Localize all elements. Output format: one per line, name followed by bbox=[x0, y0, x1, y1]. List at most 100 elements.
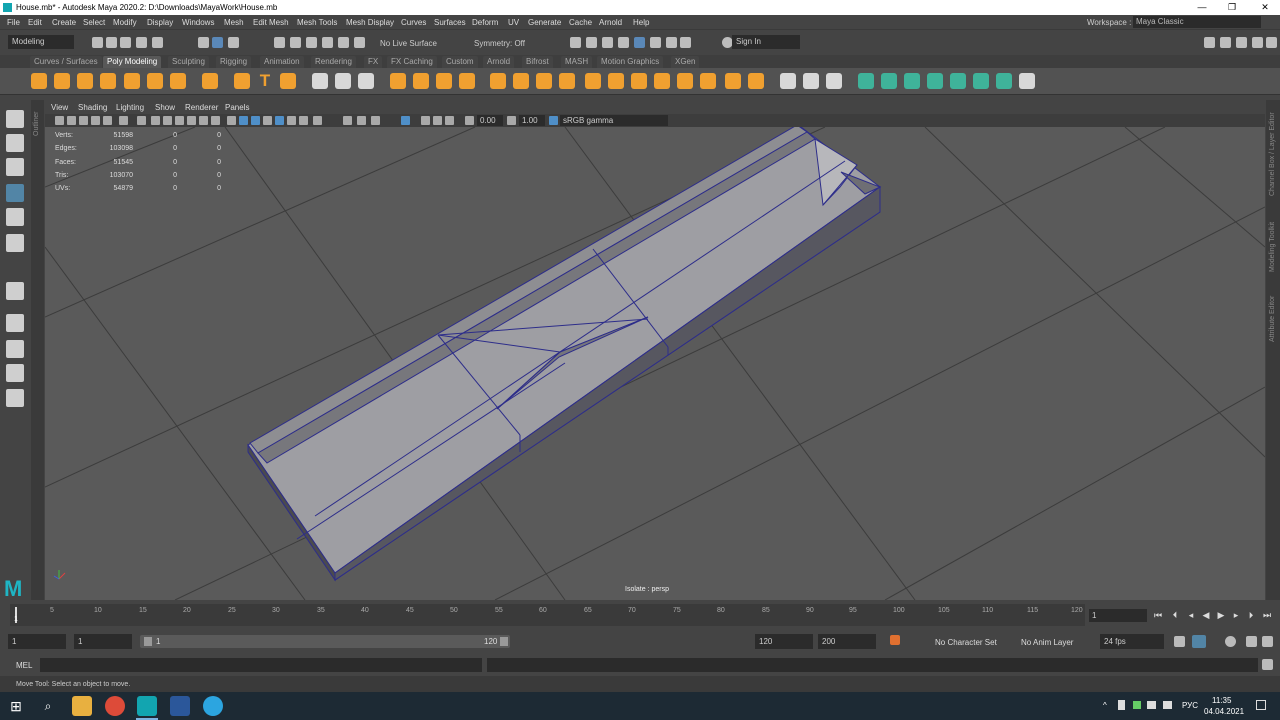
xray-joints-icon[interactable] bbox=[421, 116, 430, 125]
scale-tool-icon[interactable] bbox=[6, 234, 24, 252]
grease-pencil-icon[interactable] bbox=[119, 116, 128, 125]
command-input[interactable] bbox=[40, 658, 482, 672]
field-chart-icon[interactable] bbox=[187, 116, 196, 125]
go-to-end-icon[interactable]: ⏭ bbox=[1262, 609, 1272, 621]
anim-layer-dropdown[interactable]: No Anim Layer bbox=[1021, 638, 1073, 647]
move-tool-icon[interactable] bbox=[6, 184, 24, 202]
pause-ipr-icon[interactable] bbox=[680, 37, 691, 48]
loop-icon[interactable] bbox=[1174, 636, 1185, 647]
time-slider-track[interactable]: 1 5 10 15 20 25 30 35 40 45 50 55 60 65 … bbox=[10, 604, 1085, 626]
safe-action-icon[interactable] bbox=[199, 116, 208, 125]
image-plane-icon[interactable] bbox=[91, 116, 100, 125]
bookmarks-icon[interactable] bbox=[79, 116, 88, 125]
panel-menu-view[interactable]: View bbox=[51, 103, 68, 112]
select-by-object-icon[interactable] bbox=[212, 37, 223, 48]
snap-magnet-icon[interactable] bbox=[354, 37, 365, 48]
panel-menu-lighting[interactable]: Lighting bbox=[116, 103, 144, 112]
film-gate-icon[interactable] bbox=[151, 116, 160, 125]
menu-file[interactable]: File bbox=[7, 18, 20, 27]
sculpt-tool-icon[interactable] bbox=[780, 73, 796, 89]
shelf-tab-poly-modeling[interactable]: Poly Modeling bbox=[103, 56, 162, 68]
outliner-tab[interactable]: Outliner bbox=[31, 100, 44, 600]
mirror-icon[interactable] bbox=[436, 73, 452, 89]
shadows-icon[interactable] bbox=[299, 116, 308, 125]
fps-dropdown[interactable]: 24 fps bbox=[1100, 634, 1164, 649]
snap-to-view-plane-icon[interactable] bbox=[322, 37, 333, 48]
paint-select-icon[interactable] bbox=[6, 158, 24, 176]
combine-icon[interactable] bbox=[312, 73, 328, 89]
ipr-render-icon[interactable] bbox=[602, 37, 613, 48]
select-by-hierarchy-icon[interactable] bbox=[198, 37, 209, 48]
grid-icon[interactable] bbox=[137, 116, 146, 125]
insert-edge-loop-icon[interactable] bbox=[700, 73, 716, 89]
symmetry-dropdown[interactable]: Symmetry: Off bbox=[474, 39, 525, 48]
panel-menu-panels[interactable]: Panels bbox=[225, 103, 249, 112]
panel-menu-shading[interactable]: Shading bbox=[78, 103, 107, 112]
multi-cut-icon[interactable] bbox=[585, 73, 601, 89]
persp-outliner-layout-icon[interactable] bbox=[6, 364, 24, 382]
select-tool-icon[interactable] bbox=[6, 110, 24, 128]
gate-mask-icon[interactable] bbox=[175, 116, 184, 125]
camera-attributes-icon[interactable] bbox=[67, 116, 76, 125]
tray-chevron-icon[interactable]: ^ bbox=[1103, 701, 1107, 710]
maya-taskbar-icon[interactable] bbox=[137, 696, 157, 716]
four-view-layout-icon[interactable] bbox=[6, 340, 24, 358]
menu-surfaces[interactable]: Surfaces bbox=[434, 18, 466, 27]
menu-modify[interactable]: Modify bbox=[113, 18, 137, 27]
undo-icon[interactable] bbox=[136, 37, 147, 48]
menu-uv[interactable]: UV bbox=[508, 18, 519, 27]
render-current-frame-icon[interactable] bbox=[586, 37, 597, 48]
unfold-icon[interactable] bbox=[973, 73, 989, 89]
snap-to-grid-icon[interactable] bbox=[274, 37, 285, 48]
poly-torus-icon[interactable] bbox=[124, 73, 140, 89]
append-polygon-icon[interactable] bbox=[536, 73, 552, 89]
menu-windows[interactable]: Windows bbox=[182, 18, 214, 27]
playback-end-field[interactable]: 120 bbox=[755, 634, 813, 649]
lasso-tool-icon[interactable] bbox=[6, 134, 24, 152]
exposure-field[interactable]: 0.00 bbox=[477, 115, 503, 126]
boolean-union-icon[interactable] bbox=[390, 73, 406, 89]
shelf-tab-animation[interactable]: Animation bbox=[260, 56, 304, 68]
xray-active-components-icon[interactable] bbox=[433, 116, 442, 125]
step-forward-frame-icon[interactable]: ▸ bbox=[1231, 609, 1241, 621]
snap-to-curve-icon[interactable] bbox=[290, 37, 301, 48]
volume-icon[interactable] bbox=[1163, 701, 1172, 709]
layout-uv-icon[interactable] bbox=[996, 73, 1012, 89]
poly-plane-icon[interactable] bbox=[147, 73, 163, 89]
modeling-toolkit-tab[interactable]: Modeling Toolkit bbox=[1269, 222, 1276, 272]
panel-menu-renderer[interactable]: Renderer bbox=[185, 103, 218, 112]
layer-editor-icon[interactable] bbox=[1266, 37, 1277, 48]
2d-pan-zoom-icon[interactable] bbox=[103, 116, 112, 125]
panel-menu-show[interactable]: Show bbox=[155, 103, 175, 112]
single-perspective-layout-icon[interactable] bbox=[6, 314, 24, 332]
app-taskbar-icon[interactable] bbox=[170, 696, 190, 716]
menu-help[interactable]: Help bbox=[633, 18, 649, 27]
character-set-dropdown[interactable]: No Character Set bbox=[935, 638, 997, 647]
poly-cylinder-icon[interactable] bbox=[77, 73, 93, 89]
outliner-layout-icon[interactable] bbox=[6, 389, 24, 407]
input-language[interactable]: РУС bbox=[1182, 701, 1198, 710]
motion-blur-icon[interactable] bbox=[357, 116, 366, 125]
menu-cache[interactable]: Cache bbox=[569, 18, 592, 27]
automatic-map-icon[interactable] bbox=[950, 73, 966, 89]
telegram-icon[interactable] bbox=[203, 696, 223, 716]
bevel-icon[interactable] bbox=[513, 73, 529, 89]
ambient-occlusion-icon[interactable] bbox=[343, 116, 352, 125]
merge-icon[interactable] bbox=[608, 73, 624, 89]
color-management-icon[interactable] bbox=[549, 116, 558, 125]
shelf-tab-fx-caching[interactable]: FX Caching bbox=[387, 56, 437, 68]
render-settings-icon[interactable] bbox=[618, 37, 629, 48]
resolution-gate-icon[interactable] bbox=[163, 116, 172, 125]
network-icon[interactable] bbox=[1147, 701, 1156, 709]
shelf-tab-curves-surfaces[interactable]: Curves / Surfaces bbox=[30, 56, 102, 68]
wireframe-on-shaded-icon[interactable] bbox=[251, 116, 260, 125]
shelf-tab-sculpting[interactable]: Sculpting bbox=[168, 56, 209, 68]
separate-icon[interactable] bbox=[335, 73, 351, 89]
shelf-tab-motion-graphics[interactable]: Motion Graphics bbox=[597, 56, 664, 68]
animation-prefs-icon[interactable] bbox=[1246, 636, 1257, 647]
notifications-icon[interactable] bbox=[1256, 700, 1266, 710]
collapse-icon[interactable] bbox=[677, 73, 693, 89]
target-weld-icon[interactable] bbox=[631, 73, 647, 89]
menu-select[interactable]: Select bbox=[83, 18, 105, 27]
menu-mesh-tools[interactable]: Mesh Tools bbox=[297, 18, 337, 27]
